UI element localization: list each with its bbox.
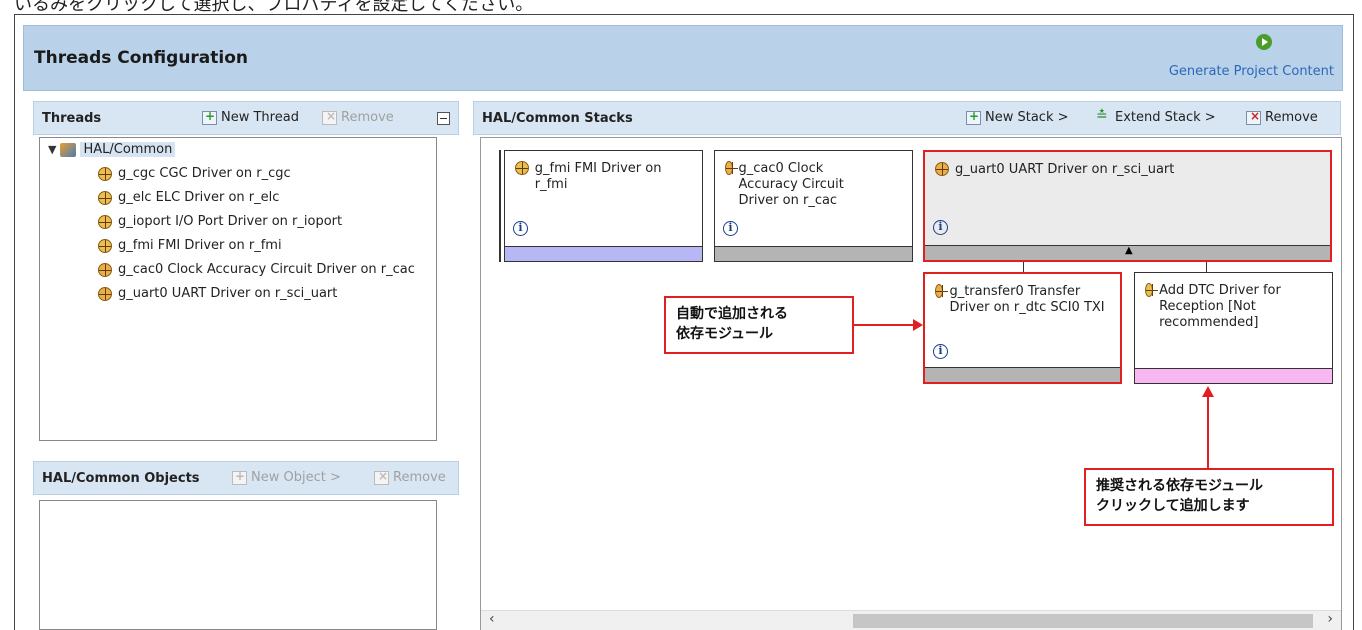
remove-icon (374, 469, 389, 485)
module-label: g_cac0 Clock Accuracy Circuit Driver on … (738, 161, 844, 208)
info-icon[interactable]: i (933, 220, 948, 235)
top-instruction-text: いるみをクリックして選択し、プロパティを設定してください。 (14, 0, 534, 12)
stack-module-uart0[interactable]: g_uart0 UART Driver on r_sci_uart i ▲ (923, 150, 1332, 262)
threads-tree: ▼ HAL/Common g_cgc CGC Driver on r_cgc g… (39, 137, 437, 441)
new-thread-icon (202, 109, 217, 125)
editor-header: Threads Configuration Generate Project C… (23, 25, 1343, 91)
generate-project-content-link[interactable]: Generate Project Content (1169, 64, 1334, 79)
collapse-icon[interactable] (437, 112, 450, 125)
scroll-thumb[interactable] (853, 614, 1313, 628)
stacks-panel-title: HAL/Common Stacks (482, 111, 633, 126)
chevron-down-icon[interactable]: ▼ (48, 143, 56, 156)
component-icon (98, 166, 112, 181)
component-icon (98, 238, 112, 253)
new-object-label: New Object > (251, 470, 341, 485)
callout-arrow-line (1207, 396, 1209, 468)
threads-panel-header: Threads New Thread Remove (33, 101, 459, 135)
remove-object-button[interactable]: Remove (374, 469, 446, 485)
module-status-bar: ▲ (925, 245, 1330, 260)
tree-root-hal-common[interactable]: ▼ HAL/Common (48, 142, 176, 157)
component-icon (98, 286, 112, 301)
new-stack-icon (966, 109, 981, 125)
info-icon[interactable]: i (513, 221, 528, 236)
module-label: g_uart0 UART Driver on r_sci_uart (955, 162, 1175, 177)
tree-item-ioport[interactable]: g_ioport I/O Port Driver on r_ioport (98, 214, 342, 229)
module-label: Add DTC Driver for Reception [Not recomm… (1159, 283, 1281, 330)
callout-arrow-head (1202, 386, 1214, 397)
callout-arrow-head (913, 319, 923, 331)
module-status-bar (1135, 368, 1332, 383)
extend-stack-icon (1096, 108, 1111, 125)
component-icon (935, 284, 949, 298)
callout-recommended: 推奨される依存モジュール クリックして追加します (1084, 468, 1334, 526)
threads-configuration-editor: Threads Configuration Generate Project C… (14, 14, 1354, 630)
component-icon (98, 190, 112, 205)
component-icon (98, 214, 112, 229)
remove-object-label: Remove (393, 470, 446, 485)
new-object-button[interactable]: New Object > (232, 469, 341, 485)
new-stack-button[interactable]: New Stack > (966, 109, 1069, 125)
stack-module-cac0[interactable]: g_cac0 Clock Accuracy Circuit Driver on … (714, 150, 913, 262)
new-thread-button[interactable]: New Thread (202, 109, 299, 125)
stack-divider (499, 150, 501, 262)
module-label: g_fmi FMI Driver on r_fmi (534, 161, 662, 192)
tree-root-label: HAL/Common (80, 142, 176, 157)
callout-arrow-line (854, 324, 916, 326)
component-icon (935, 162, 949, 176)
module-status-bar (715, 246, 912, 261)
stack-module-fmi[interactable]: g_fmi FMI Driver on r_fmi i (504, 150, 703, 262)
hal-common-icon (60, 142, 77, 157)
tree-item-cgc[interactable]: g_cgc CGC Driver on r_cgc (98, 166, 291, 181)
stack-module-transfer0[interactable]: g_transfer0 Transfer Driver on r_dtc SCI… (923, 272, 1122, 384)
module-status-bar (925, 367, 1120, 382)
new-thread-label: New Thread (221, 110, 299, 125)
scroll-left-icon[interactable]: ‹ (489, 611, 495, 627)
remove-stack-button[interactable]: Remove (1246, 109, 1318, 125)
tree-item-uart0[interactable]: g_uart0 UART Driver on r_sci_uart (98, 286, 337, 301)
tree-item-cac0[interactable]: g_cac0 Clock Accuracy Circuit Driver on … (98, 262, 415, 277)
new-stack-label: New Stack > (985, 110, 1069, 125)
objects-panel-title: HAL/Common Objects (42, 471, 200, 486)
horizontal-scrollbar[interactable]: ‹ › (481, 610, 1341, 630)
component-icon (98, 262, 112, 277)
tree-item-elc[interactable]: g_elc ELC Driver on r_elc (98, 190, 279, 205)
stacks-panel-header: HAL/Common Stacks New Stack > Extend Sta… (473, 101, 1341, 135)
module-label: g_transfer0 Transfer Driver on r_dtc SCI… (949, 284, 1105, 315)
collapse-up-icon[interactable]: ▲ (1125, 245, 1133, 256)
generate-play-icon[interactable] (1256, 34, 1272, 50)
objects-list (39, 500, 437, 630)
remove-stack-label: Remove (1265, 110, 1318, 125)
add-module-icon (1145, 283, 1159, 297)
info-icon[interactable]: i (723, 221, 738, 236)
objects-panel-header: HAL/Common Objects New Object > Remove (33, 461, 459, 495)
callout-auto-added: 自動で追加される 依存モジュール (664, 296, 854, 354)
scroll-right-icon[interactable]: › (1327, 611, 1333, 627)
remove-thread-label: Remove (341, 110, 394, 125)
component-icon (725, 161, 738, 175)
module-status-bar (505, 246, 702, 261)
connector-line (1206, 262, 1207, 272)
add-dtc-driver-module[interactable]: Add DTC Driver for Reception [Not recomm… (1134, 272, 1333, 384)
new-object-icon (232, 469, 247, 485)
remove-icon (1246, 109, 1261, 125)
extend-stack-button[interactable]: Extend Stack > (1096, 108, 1216, 126)
remove-icon (322, 109, 337, 125)
connector-line (1023, 262, 1024, 272)
tree-item-fmi[interactable]: g_fmi FMI Driver on r_fmi (98, 238, 282, 253)
component-icon (515, 161, 529, 175)
remove-thread-button[interactable]: Remove (322, 109, 394, 125)
editor-title: Threads Configuration (34, 48, 249, 68)
extend-stack-label: Extend Stack > (1115, 110, 1216, 125)
info-icon[interactable]: i (933, 344, 948, 359)
stacks-canvas: g_fmi FMI Driver on r_fmi i g_cac0 Clock… (480, 137, 1342, 630)
threads-panel-title: Threads (42, 111, 102, 126)
